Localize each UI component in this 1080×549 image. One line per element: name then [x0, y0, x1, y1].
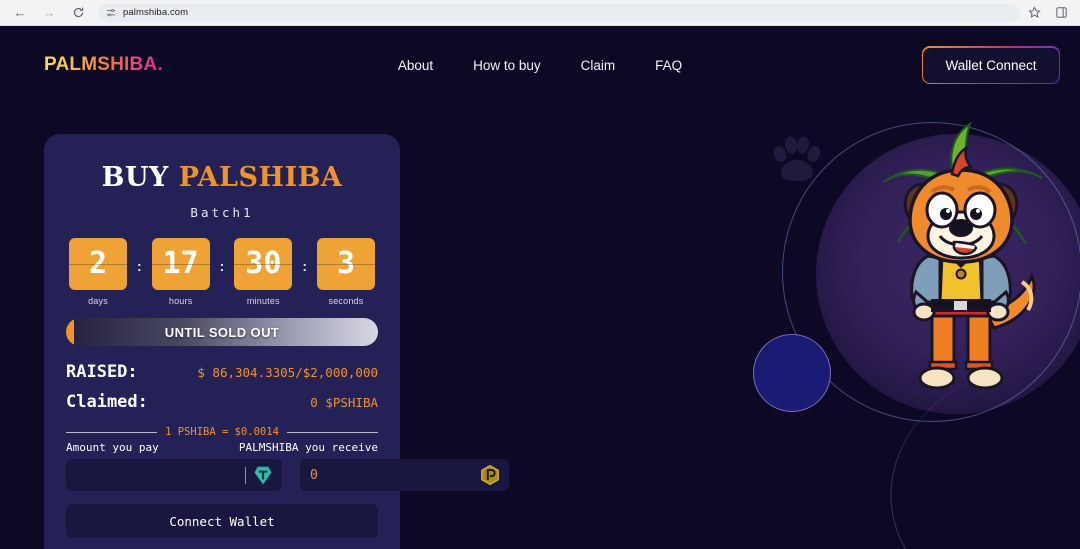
reload-icon[interactable] [70, 5, 86, 21]
countdown-unit-minutes: 30 minutes [234, 238, 293, 306]
card-title-part2: PALSHIBA [178, 162, 343, 193]
sale-progress-bar: UNTIL SOLD OUT [66, 318, 378, 346]
back-arrow-icon[interactable]: ← [12, 5, 28, 21]
nav-item-faq[interactable]: FAQ [655, 58, 682, 73]
card-title: BUY PALSHIBA [66, 164, 378, 191]
hero-artwork [740, 104, 1080, 549]
browser-toolbar: ← → palmshiba.com [0, 0, 1080, 26]
page-body: PALMSHIBA. About How to buy Claim FAQ Wa… [0, 26, 1080, 549]
pay-amount-input[interactable] [76, 467, 245, 483]
input-labels-row: Amount you pay PALMSHIBA you receive [66, 441, 378, 454]
stat-claimed: Claimed: 0 $PSHIBA [66, 392, 378, 412]
address-bar[interactable]: palmshiba.com [98, 3, 1020, 22]
countdown-timer: 2 days : 17 hours : 30 minutes : 3 secon… [66, 238, 378, 306]
star-icon[interactable] [1028, 6, 1041, 19]
connect-wallet-button[interactable]: Connect Wallet [66, 504, 378, 538]
site-settings-icon[interactable] [106, 8, 116, 18]
countdown-hours-label: hours [168, 296, 193, 306]
stat-claimed-value: 0 $PSHIBA [310, 395, 378, 410]
wallet-connect-label: Wallet Connect [923, 47, 1059, 83]
pay-label: Amount you pay [66, 441, 159, 454]
countdown-separator: : [219, 258, 225, 274]
divider-right [286, 431, 379, 433]
wallet-connect-button[interactable]: Wallet Connect [921, 46, 1060, 84]
nav-item-about[interactable]: About [398, 58, 433, 73]
receive-field-wrapper[interactable] [300, 459, 509, 491]
progress-fill [66, 318, 75, 346]
url-text: palmshiba.com [123, 7, 189, 18]
text-cursor [245, 466, 246, 484]
buy-card: BUY PALSHIBA Batch1 2 days : 17 hours : [44, 134, 509, 549]
countdown-days-tile: 2 [68, 238, 127, 290]
stat-raised-value: $ 86,304.3305/$2,000,000 [197, 365, 378, 380]
site-logo[interactable]: PALMSHIBA. [44, 54, 163, 76]
shiba-mascot-palm-tree-illustration [883, 121, 1043, 390]
stat-raised-label: RAISED: [66, 362, 138, 382]
countdown-minutes-tile: 30 [234, 238, 293, 290]
card-title-part1: BUY [101, 162, 169, 193]
nav-item-how-to-buy[interactable]: How to buy [473, 58, 541, 73]
batch-label: Batch1 [190, 205, 254, 220]
exchange-rate-text: 1 PSHIBA = $0.0014 [165, 426, 279, 438]
countdown-hours-value: 17 [162, 246, 199, 281]
stat-claimed-label: Claimed: [66, 392, 148, 412]
countdown-separator: : [136, 258, 142, 274]
pay-field-wrapper[interactable] [66, 459, 282, 491]
countdown-unit-seconds: 3 seconds [317, 238, 375, 306]
decorative-circle [753, 334, 831, 412]
palmshiba-hexagon-icon [481, 464, 499, 486]
countdown-seconds-label: seconds [328, 296, 364, 306]
swap-fields-row [66, 459, 509, 491]
tether-diamond-icon [254, 466, 272, 485]
countdown-hours-tile: 17 [151, 238, 210, 290]
countdown-days-value: 2 [88, 246, 108, 281]
browser-toolbar-right [1028, 6, 1072, 19]
countdown-minutes-value: 30 [245, 246, 282, 281]
forward-arrow-icon[interactable]: → [41, 5, 57, 21]
site-header: PALMSHIBA. About How to buy Claim FAQ Wa… [0, 26, 1080, 104]
divider-left [66, 431, 158, 433]
nav-item-claim[interactable]: Claim [581, 58, 616, 73]
countdown-unit-hours: 17 hours [151, 238, 210, 306]
countdown-unit-days: 2 days [68, 238, 127, 306]
paw-print-icon [773, 136, 821, 181]
browser-nav-buttons: ← → [12, 5, 86, 21]
countdown-seconds-value: 3 [336, 246, 356, 281]
progress-label: UNTIL SOLD OUT [164, 324, 280, 340]
receive-amount-input[interactable] [310, 467, 479, 483]
countdown-seconds-tile: 3 [317, 238, 375, 290]
exchange-rate-row: 1 PSHIBA = $0.0014 [66, 426, 379, 438]
countdown-minutes-label: minutes [246, 296, 280, 306]
countdown-separator: : [302, 258, 307, 274]
countdown-days-label: days [88, 296, 108, 306]
receive-label: PALMSHIBA you receive [238, 441, 378, 454]
stat-raised: RAISED: $ 86,304.3305/$2,000,000 [66, 362, 378, 382]
side-panel-icon[interactable] [1055, 6, 1068, 19]
